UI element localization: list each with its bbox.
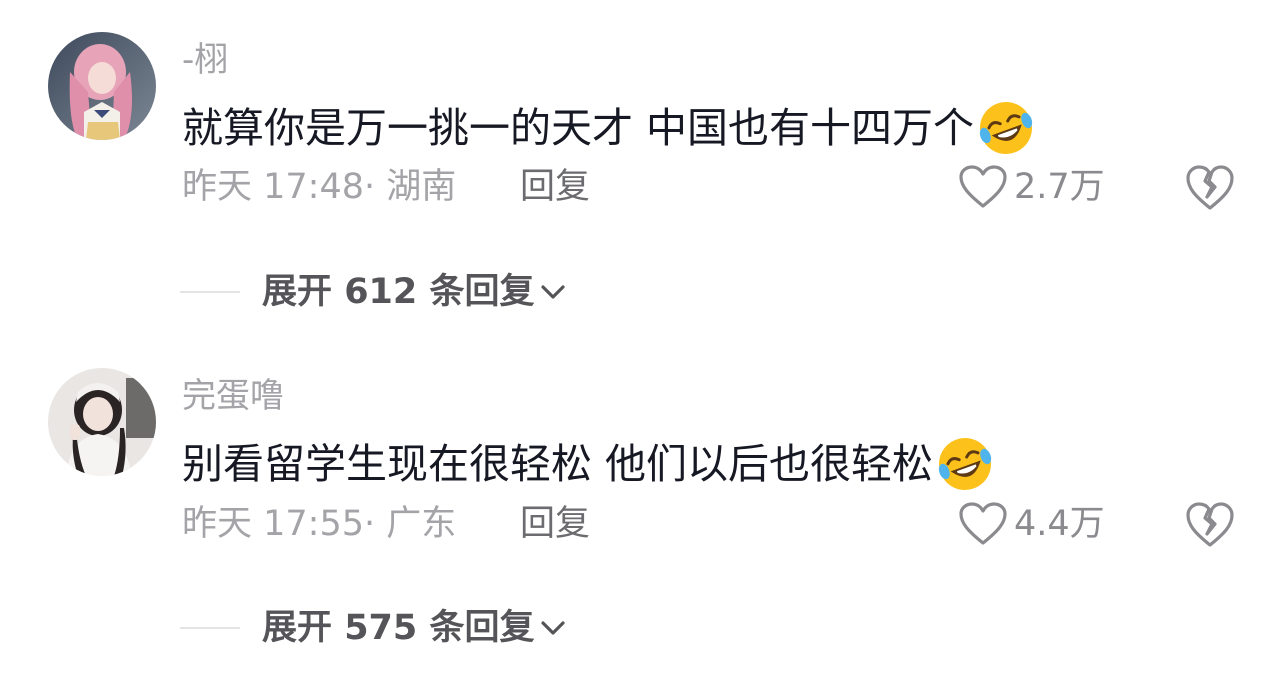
meta-separator: · bbox=[364, 504, 376, 544]
comment-region: 广东 bbox=[386, 504, 457, 544]
chevron-down-icon bbox=[541, 621, 566, 635]
comment-text-content: 就算你是万一挑一的天才 中国也有十四万个 bbox=[182, 104, 975, 152]
comment-username[interactable]: -栩 bbox=[182, 40, 228, 80]
expand-replies-button[interactable]: 展开 612 条回复 bbox=[180, 267, 568, 317]
broken-heart-icon[interactable] bbox=[1185, 163, 1235, 213]
comment-meta: 昨天 17:48· 湖南 bbox=[182, 166, 456, 208]
comment-time: 昨天 17:55 bbox=[182, 504, 364, 544]
expand-count: 612 bbox=[344, 272, 418, 312]
expand-replies-label: 展开 575 条回复 bbox=[262, 607, 534, 649]
comment-meta: 昨天 17:55· 广东 bbox=[182, 503, 456, 545]
expand-replies-button[interactable]: 展开 575 条回复 bbox=[180, 603, 568, 653]
comment-text: 别看留学生现在很轻松 他们以后也很轻松 bbox=[182, 434, 995, 494]
avatar-image bbox=[48, 368, 156, 476]
reply-button[interactable]: 回复 bbox=[520, 503, 590, 545]
avatar[interactable] bbox=[48, 368, 156, 476]
meta-separator: · bbox=[364, 167, 376, 207]
rolling-laughing-emoji-icon bbox=[938, 438, 992, 490]
expand-suffix: 条回复 bbox=[429, 608, 535, 648]
like-count: 4.4万 bbox=[1014, 504, 1105, 544]
divider-line bbox=[180, 291, 240, 293]
like-button[interactable]: 2.7万 bbox=[958, 161, 1105, 213]
reply-button[interactable]: 回复 bbox=[520, 166, 590, 208]
chevron-down-icon bbox=[541, 285, 566, 299]
avatar-image bbox=[48, 32, 156, 140]
avatar[interactable] bbox=[48, 32, 156, 140]
comment-username[interactable]: 完蛋噜 bbox=[182, 376, 284, 416]
broken-heart-icon[interactable] bbox=[1185, 500, 1235, 550]
comment-text: 就算你是万一挑一的天才 中国也有十四万个 bbox=[182, 98, 1036, 158]
expand-replies-label: 展开 612 条回复 bbox=[262, 271, 534, 313]
heart-icon bbox=[959, 165, 1007, 208]
expand-suffix: 条回复 bbox=[429, 272, 535, 312]
expand-prefix: 展开 bbox=[262, 608, 333, 648]
like-button[interactable]: 4.4万 bbox=[958, 498, 1105, 550]
rolling-laughing-emoji-icon bbox=[979, 102, 1033, 154]
heart-icon bbox=[959, 502, 1007, 545]
comment-text-content: 别看留学生现在很轻松 他们以后也很轻松 bbox=[182, 440, 934, 488]
divider-line bbox=[180, 627, 240, 629]
comment-region: 湖南 bbox=[386, 167, 457, 207]
comment-time: 昨天 17:48 bbox=[182, 167, 364, 207]
expand-prefix: 展开 bbox=[262, 272, 333, 312]
like-count: 2.7万 bbox=[1014, 167, 1105, 207]
expand-count: 575 bbox=[344, 608, 418, 648]
